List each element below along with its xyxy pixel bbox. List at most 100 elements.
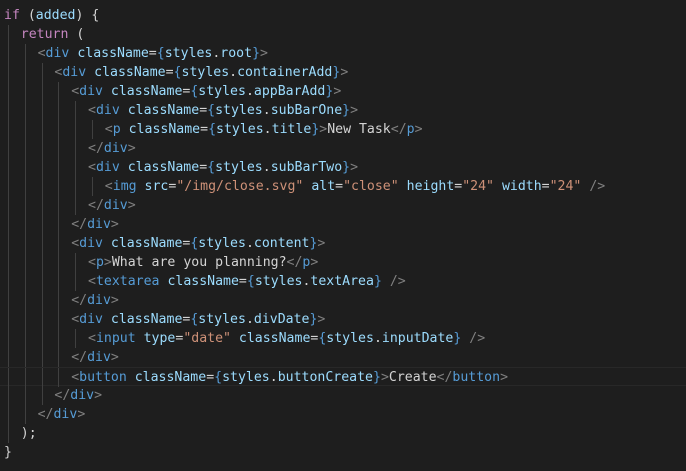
code-line[interactable]: <p>What are you planning?</p> (0, 253, 686, 272)
indent-guide (58, 120, 60, 139)
code-line[interactable]: </div> (0, 386, 686, 405)
indent-guide (75, 329, 77, 348)
code-token: > (110, 293, 119, 308)
code-line[interactable]: </div> (0, 215, 686, 234)
code-line[interactable]: } (0, 443, 686, 462)
code-token: </ (286, 255, 303, 270)
code-text: } (4, 443, 12, 462)
code-editor[interactable]: if (added) {return (<div className={styl… (0, 0, 686, 471)
code-token: > (110, 350, 119, 365)
code-text: </div> (54, 386, 102, 405)
code-token: p (406, 122, 415, 137)
code-line[interactable]: </div> (0, 196, 686, 215)
indent-guide (24, 101, 26, 120)
code-line[interactable]: <div className={styles.root}> (0, 44, 686, 63)
code-line[interactable]: <img src="/img/close.svg" alt="close" he… (0, 177, 686, 196)
indent-guide (8, 139, 9, 158)
code-token: > (333, 84, 342, 99)
code-line[interactable]: <div className={styles.divDate}> (0, 310, 686, 329)
code-line[interactable]: </div> (0, 139, 686, 158)
code-token: < (71, 236, 80, 251)
code-line[interactable]: </div> (0, 405, 686, 424)
indent-guide (24, 82, 26, 101)
indent-guide (8, 177, 9, 196)
code-token: < (88, 331, 96, 346)
code-line[interactable]: </div> (0, 291, 686, 310)
code-line[interactable]: </div> (0, 348, 686, 367)
indent-guide (41, 177, 43, 196)
indent-guide (24, 234, 26, 253)
code-token: div (70, 388, 95, 403)
code-token: . (229, 65, 238, 80)
code-text: <div className={styles.subBarOne}> (88, 101, 358, 120)
code-token: } (252, 46, 261, 61)
code-line[interactable]: <div className={styles.subBarTwo}> (0, 158, 686, 177)
code-token: textarea (95, 274, 160, 289)
indent-guide (75, 253, 77, 272)
code-token: < (37, 46, 46, 61)
code-token: > (380, 370, 389, 385)
code-token: "close" (343, 179, 399, 194)
indent-guide (58, 368, 60, 387)
code-token: = (541, 179, 550, 194)
indent-guide (8, 272, 9, 291)
code-token: = (200, 122, 209, 137)
code-token: div (79, 312, 103, 327)
indent-guide (8, 348, 9, 367)
code-token: p (95, 255, 104, 270)
indent-guide (41, 82, 43, 101)
code-line[interactable]: <button className={styles.buttonCreate}>… (0, 367, 686, 387)
code-token: width (501, 179, 542, 194)
code-line[interactable]: <textarea className={styles.textArea} /> (0, 272, 686, 291)
code-line[interactable]: ); (0, 424, 686, 443)
indent-guide (24, 120, 26, 139)
code-line[interactable]: <div className={styles.appBarAdd}> (0, 82, 686, 101)
code-token: className (110, 312, 183, 327)
indent-guide (75, 158, 77, 177)
code-token: /> (469, 331, 486, 346)
code-line[interactable]: if (added) { (0, 6, 686, 25)
indent-guide (8, 386, 9, 405)
code-token: < (88, 255, 96, 270)
indent-guide (58, 158, 60, 177)
indent-guide (24, 368, 26, 387)
code-token: } (342, 103, 351, 118)
code-token: > (350, 103, 359, 118)
code-token: "date" (183, 331, 231, 346)
code-token: div (87, 350, 111, 365)
code-token: styles (198, 236, 246, 251)
code-token: </ (54, 388, 71, 403)
code-text: <div className={styles.subBarTwo}> (88, 158, 358, 177)
code-token: styles (222, 370, 270, 385)
code-line[interactable]: <div className={styles.subBarOne}> (0, 101, 686, 120)
code-token: > (260, 46, 268, 61)
code-text: <div className={styles.appBarAdd}> (71, 82, 341, 101)
code-token: { (207, 160, 216, 175)
code-line[interactable]: <p className={styles.title}>New Task</p> (0, 120, 686, 139)
code-line[interactable]: <div className={styles.containerAdd}> (0, 63, 686, 82)
code-token: title (271, 122, 312, 137)
code-token: className (127, 160, 200, 175)
code-line[interactable]: <div className={styles.content}> (0, 234, 686, 253)
code-line[interactable]: <input type="date" className={styles.inp… (0, 329, 686, 348)
indent-guide (24, 63, 26, 82)
code-token: div (79, 84, 103, 99)
indent-guide (8, 405, 9, 424)
code-token: > (127, 141, 136, 156)
code-token: "24" (549, 179, 582, 194)
indent-guide (92, 120, 93, 139)
code-token: "24" (462, 179, 494, 194)
code-text: <p className={styles.title}>New Task</p> (105, 120, 423, 139)
code-line[interactable]: return ( (0, 25, 686, 44)
indent-guide (41, 368, 43, 387)
code-text: <p>What are you planning?</p> (88, 253, 318, 272)
code-token: } (342, 160, 351, 175)
code-token: } (372, 370, 381, 385)
code-token: added (35, 8, 76, 23)
code-token: height (406, 179, 455, 194)
